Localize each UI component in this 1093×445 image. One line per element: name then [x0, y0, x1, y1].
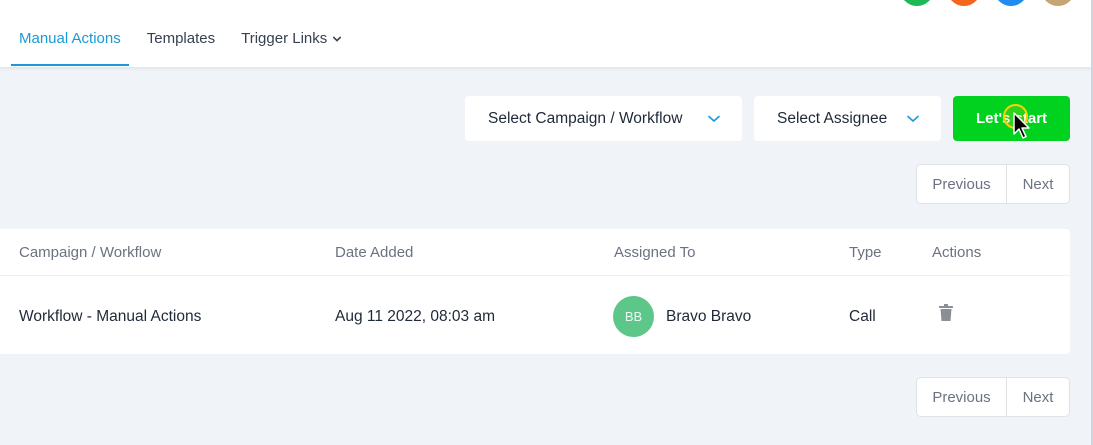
- avatar: BB: [613, 296, 654, 337]
- campaign-select-label: Select Campaign / Workflow: [488, 109, 683, 127]
- header-avatar-tan[interactable]: [1041, 0, 1075, 6]
- row-date-added: Aug 11 2022, 08:03 am: [335, 308, 496, 325]
- trash-icon[interactable]: [938, 304, 954, 322]
- header-avatar-blue[interactable]: [994, 0, 1028, 6]
- header-avatar-orange[interactable]: [947, 0, 981, 6]
- tab-label: Manual Actions: [19, 30, 121, 47]
- tab-templates[interactable]: Templates: [139, 0, 223, 68]
- chevron-down-icon: [708, 115, 720, 122]
- tab-label: Trigger Links: [241, 30, 328, 47]
- column-header-assigned-to[interactable]: Assigned To: [614, 244, 695, 261]
- tab-manual-actions[interactable]: Manual Actions: [11, 0, 129, 68]
- top-navigation: Manual Actions Templates Trigger Links: [0, 0, 1093, 68]
- tab-trigger-links[interactable]: Trigger Links: [233, 0, 349, 68]
- assignee-select[interactable]: Select Assignee: [754, 96, 941, 141]
- next-page-button[interactable]: Next: [1007, 378, 1069, 416]
- chevron-down-icon: [907, 115, 919, 122]
- tab-label: Templates: [146, 30, 216, 47]
- chevron-down-icon: [333, 36, 342, 42]
- mouse-pointer-icon: [1013, 112, 1030, 139]
- table-header: Campaign / Workflow Date Added Assigned …: [0, 229, 1070, 276]
- column-header-actions: Actions: [932, 244, 982, 261]
- pagination-top: Previous Next: [916, 164, 1070, 204]
- next-page-button[interactable]: Next: [1007, 165, 1069, 203]
- previous-page-button[interactable]: Previous: [917, 378, 1007, 416]
- row-type: Call: [849, 308, 876, 325]
- row-assignee-name: Bravo Bravo: [666, 308, 752, 325]
- previous-page-button[interactable]: Previous: [917, 165, 1007, 203]
- header-avatars: [900, 0, 1075, 6]
- column-header-date-added[interactable]: Date Added: [335, 244, 413, 261]
- row-campaign[interactable]: Workflow - Manual Actions: [19, 308, 201, 326]
- campaign-workflow-select[interactable]: Select Campaign / Workflow: [465, 96, 742, 141]
- manual-actions-table: Campaign / Workflow Date Added Assigned …: [0, 229, 1070, 354]
- header-avatar-green[interactable]: [900, 0, 934, 6]
- column-header-type[interactable]: Type: [849, 244, 882, 261]
- assignee-select-label: Select Assignee: [777, 109, 888, 127]
- tab-bar: Manual Actions Templates Trigger Links: [11, 0, 359, 68]
- pagination-bottom: Previous Next: [916, 377, 1070, 417]
- column-header-campaign[interactable]: Campaign / Workflow: [19, 244, 161, 261]
